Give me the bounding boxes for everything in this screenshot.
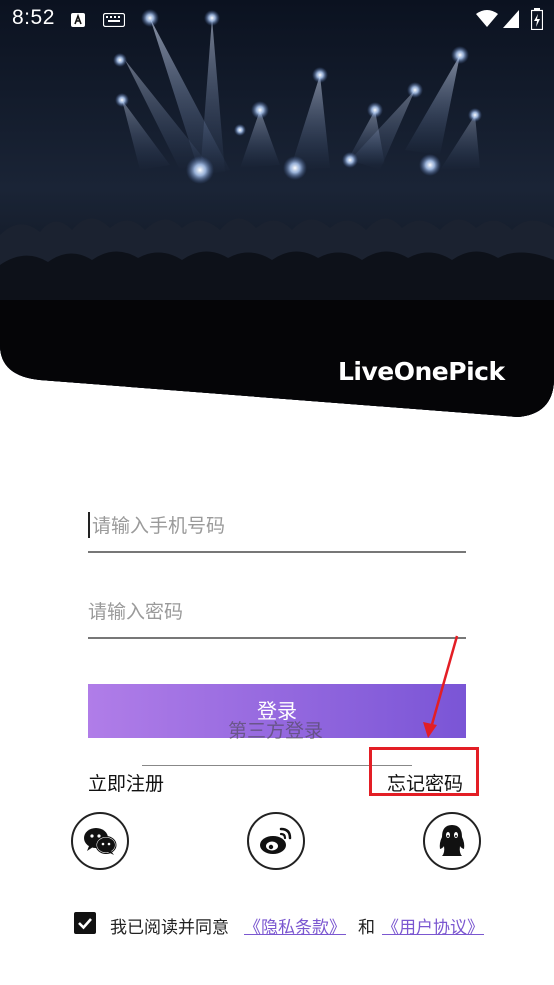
qq-login-button[interactable] [423,812,481,870]
annotation-highlight-box [369,747,479,796]
agreement-and: 和 [358,918,375,938]
wechat-icon [84,828,117,855]
notification-icon [71,13,85,27]
user-agreement-link[interactable]: 《用户协议》 [382,913,484,938]
wifi-icon [476,10,498,27]
check-icon [78,918,92,930]
password-underline [88,637,466,639]
third-party-title: 第三方登录 [228,720,324,742]
qq-icon [439,825,465,856]
text-cursor [88,512,90,538]
privacy-terms-link[interactable]: 《隐私条款》 [244,913,346,938]
agreement-prefix: 我已阅读并同意 [110,918,229,938]
weibo-login-button[interactable] [247,812,305,870]
password-input[interactable] [88,598,466,626]
status-bar: 8:52 [0,0,554,38]
phone-input[interactable] [92,512,470,540]
wechat-login-button[interactable] [71,812,129,870]
keyboard-icon [103,13,125,27]
brand-logo-text: LiveOnePick [338,357,505,386]
register-link[interactable]: 立即注册 [88,769,164,796]
battery-icon [531,8,543,30]
agreement-checkbox[interactable] [74,912,96,934]
signal-icon [503,10,519,28]
status-time: 8:52 [12,6,55,29]
weibo-icon [260,827,292,854]
phone-underline [88,551,466,553]
